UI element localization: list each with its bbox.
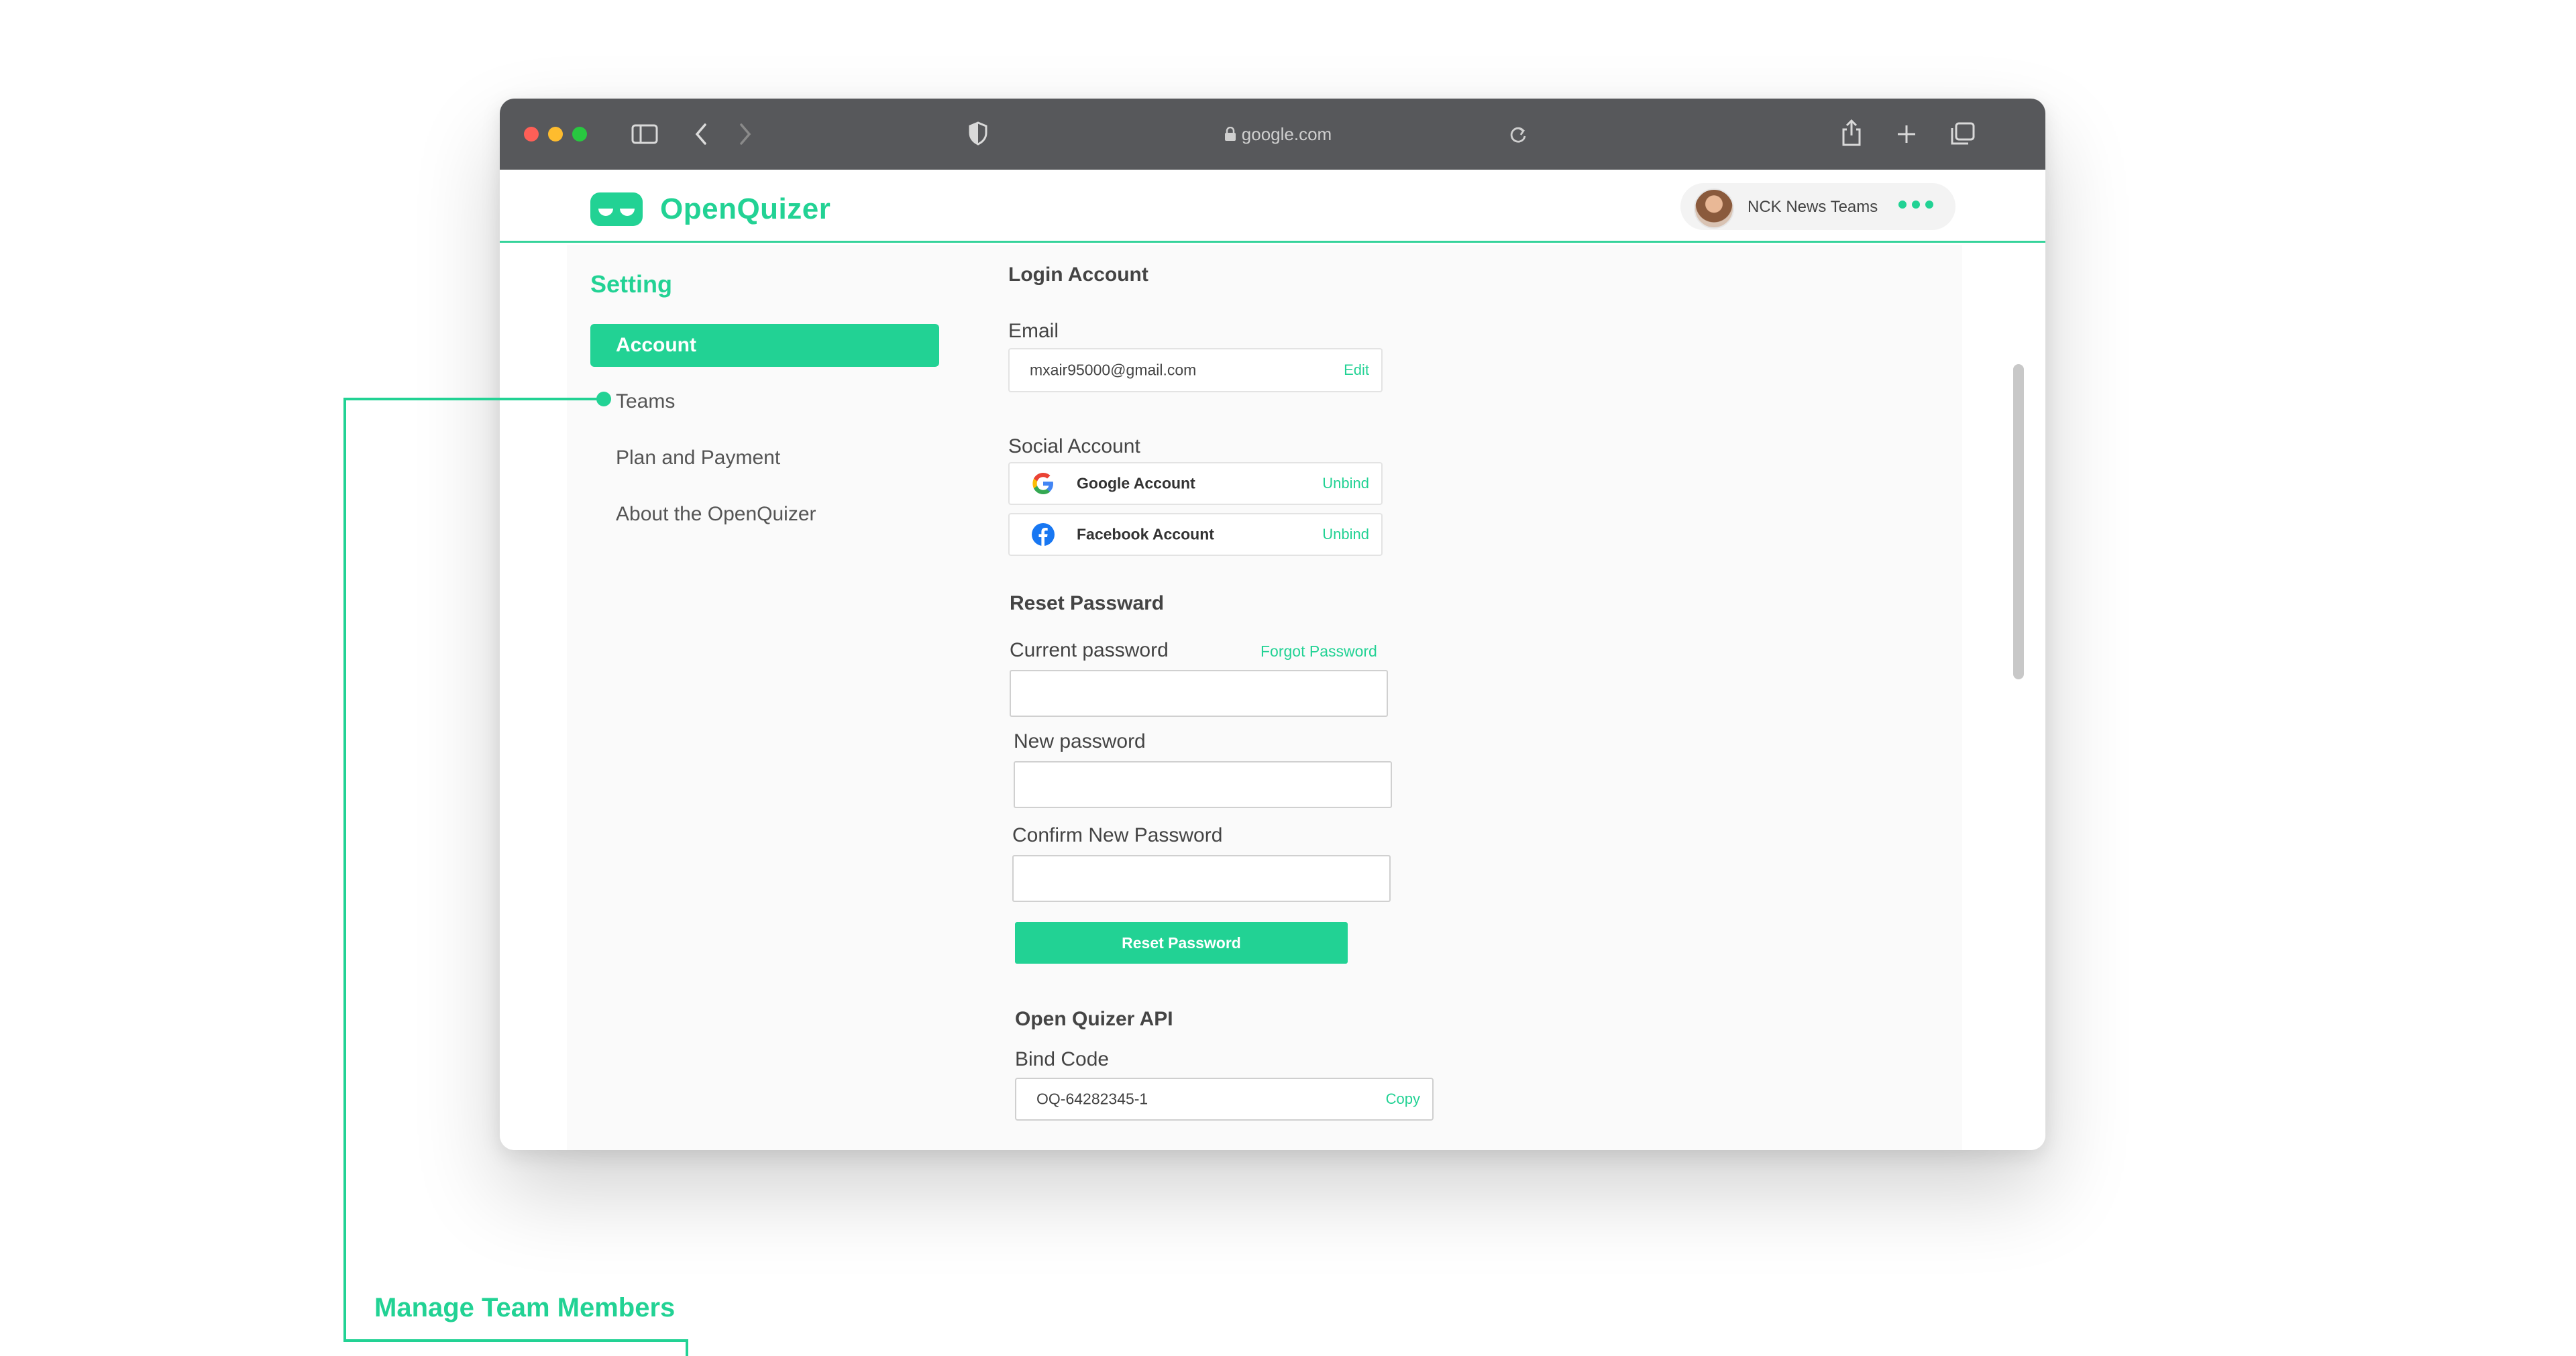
unbind-facebook-link[interactable]: Unbind	[1322, 526, 1369, 543]
openquizer-logo[interactable]: OpenQuizer	[590, 192, 830, 226]
team-switcher[interactable]: NCK News Teams	[1680, 183, 1955, 230]
new-password-input[interactable]	[1014, 761, 1392, 808]
maximize-window-button[interactable]	[572, 127, 587, 142]
current-password-input[interactable]	[1010, 670, 1388, 717]
scrollbar-thumb[interactable]	[2013, 364, 2024, 679]
minimize-window-button[interactable]	[548, 127, 563, 142]
copy-bind-code-link[interactable]: Copy	[1386, 1090, 1420, 1108]
team-name: NCK News Teams	[1748, 198, 1878, 216]
current-password-label: Current password	[1010, 639, 1169, 661]
bind-code-value: OQ-64282345-1	[1036, 1090, 1148, 1108]
sidebar-item-teams[interactable]: Teams	[590, 380, 939, 423]
email-field: mxair95000@gmail.com Edit	[1008, 348, 1383, 392]
callout-connector-vertical	[343, 398, 346, 1342]
url-text: google.com	[1241, 123, 1332, 144]
logo-text: OpenQuizer	[660, 192, 831, 225]
reset-password-button[interactable]: Reset Password	[1015, 922, 1348, 964]
scrollbar[interactable]	[2013, 243, 2024, 1149]
facebook-account-row: Facebook Account Unbind	[1008, 513, 1383, 556]
sidebar-item-account[interactable]: Account	[590, 324, 939, 367]
callout-underline	[343, 1339, 688, 1342]
callout-label: Manage Team Members	[374, 1293, 676, 1322]
bind-code-field: OQ-64282345-1 Copy	[1015, 1078, 1434, 1121]
facebook-account-name: Facebook Account	[1077, 525, 1214, 543]
sidebar-item-plan-and-payment[interactable]: Plan and Payment	[590, 437, 939, 479]
confirm-password-label: Confirm New Password	[1012, 824, 1223, 846]
google-account-name: Google Account	[1077, 474, 1195, 492]
unbind-google-link[interactable]: Unbind	[1322, 475, 1369, 492]
logo-mask-icon	[590, 192, 643, 226]
facebook-icon	[1032, 523, 1055, 546]
email-label: Email	[1008, 320, 1059, 342]
bind-code-label: Bind Code	[1015, 1048, 1110, 1070]
callout-underline-end	[686, 1339, 688, 1356]
new-tab-icon[interactable]	[1896, 124, 1917, 144]
tab-overview-icon[interactable]	[1949, 121, 1976, 147]
google-account-row: Google Account Unbind	[1008, 462, 1383, 505]
web-page: OpenQuizer NCK News Teams Setting Accoun…	[500, 170, 2045, 1150]
settings-sidebar: Setting Account Teams Plan and Payment A…	[590, 270, 939, 549]
more-options-icon[interactable]	[1898, 201, 1933, 209]
login-account-heading: Login Account	[1008, 264, 1148, 286]
callout-connector-horizontal	[343, 398, 604, 400]
confirm-password-input[interactable]	[1012, 855, 1391, 902]
callout-anchor-dot	[596, 392, 611, 406]
edit-email-link[interactable]: Edit	[1344, 361, 1369, 379]
browser-toolbar: google.com	[500, 99, 2045, 170]
email-value: mxair95000@gmail.com	[1030, 361, 1197, 379]
sidebar-item-about[interactable]: About the OpenQuizer	[590, 493, 939, 536]
forward-icon[interactable]	[739, 123, 752, 146]
google-icon	[1032, 473, 1053, 494]
back-icon[interactable]	[694, 123, 708, 146]
lock-icon	[1224, 127, 1236, 141]
share-icon[interactable]	[1840, 119, 1863, 147]
avatar	[1694, 188, 1734, 229]
new-password-label: New password	[1014, 730, 1146, 752]
app-header: OpenQuizer NCK News Teams	[500, 170, 2045, 243]
address-bar[interactable]: google.com	[1211, 123, 1345, 146]
social-account-label: Social Account	[1008, 435, 1140, 457]
forgot-password-link[interactable]: Forgot Password	[1260, 642, 1377, 661]
browser-window: google.com OpenQuizer NCK News Teams Set…	[500, 99, 2045, 1150]
reset-password-heading: Reset Passward	[1010, 592, 1165, 614]
sidebar-toggle-icon[interactable]	[631, 124, 658, 144]
reload-icon[interactable]	[1509, 125, 1527, 144]
open-quizer-api-heading: Open Quizer API	[1015, 1008, 1173, 1030]
sidebar-title: Setting	[590, 270, 672, 298]
privacy-shield-icon[interactable]	[968, 121, 988, 146]
close-window-button[interactable]	[524, 127, 539, 142]
